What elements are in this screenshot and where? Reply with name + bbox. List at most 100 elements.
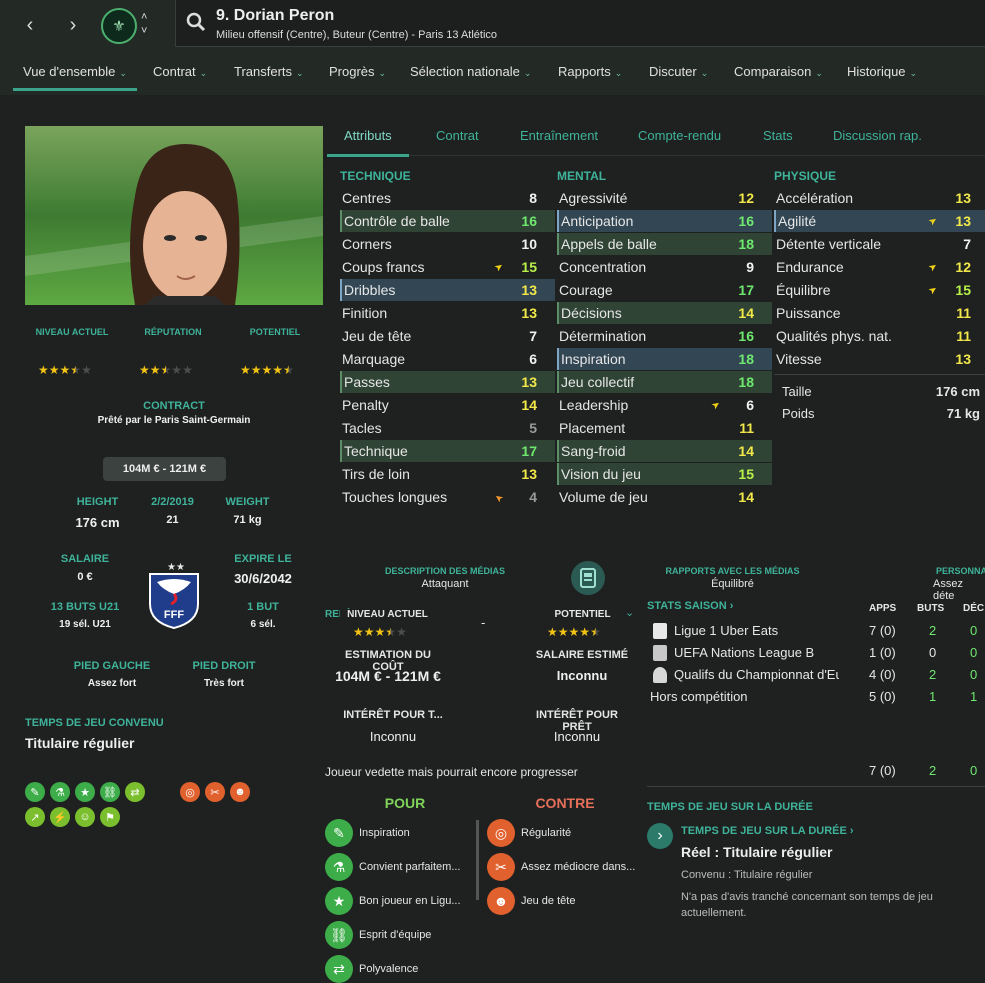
attribute-row[interactable]: Concentration 9 [557, 256, 772, 278]
club-logo[interactable]: ⚜ [101, 8, 137, 44]
player-photo [25, 126, 323, 305]
menu-contract[interactable]: Contrat ⌄ [153, 64, 207, 79]
attribute-row[interactable]: Agressivité 12 [557, 187, 772, 209]
trait-item[interactable]: ⚗ Convient parfaitem... [325, 852, 461, 882]
pros-scrollbar[interactable] [476, 820, 479, 900]
attribute-row[interactable]: Jeu de tête 7 [340, 325, 555, 347]
trait-item[interactable]: ★ Bon joueur en Ligu... [325, 886, 461, 916]
trend-up-icon: ➤ [926, 214, 940, 228]
trait-label: Bon joueur en Ligu... [359, 895, 461, 907]
table-row[interactable]: Qualifs du Championnat d'Eu... 4 (0) 2 0 [647, 664, 985, 686]
head-icon[interactable]: ☻ [230, 782, 250, 802]
flask-icon[interactable]: ⚗ [50, 782, 70, 802]
attribute-row[interactable]: Agilité ➤ 13 [774, 210, 985, 232]
chevron-left-icon[interactable]: ‹ [12, 8, 48, 42]
attribute-row[interactable]: Leadership ➤ 6 [557, 394, 772, 416]
attribute-row[interactable]: Corners 10 [340, 233, 555, 255]
trait-item[interactable]: ⛓ Esprit d'équipe [325, 920, 431, 950]
attribute-row[interactable]: Sang-froid 14 [557, 440, 772, 462]
table-row[interactable]: Hors compétition 5 (0) 1 1 [647, 686, 985, 708]
attribute-row[interactable]: Volume de jeu 14 [557, 486, 772, 508]
playing-time-link[interactable]: TEMPS DE JEU SUR LA DURÉE › [681, 825, 854, 837]
season-stats-link[interactable]: STATS SAISON › [647, 600, 733, 612]
tab-attributes[interactable]: Attributs [327, 128, 409, 157]
attribute-row[interactable]: Vitesse 13 [774, 348, 985, 370]
trait-item[interactable]: ◎ Régularité [487, 818, 571, 848]
trait-item[interactable]: ✂ Assez médiocre dans... [487, 852, 635, 882]
star-icon[interactable]: ★ [75, 782, 95, 802]
menu-discuss[interactable]: Discuter ⌄ [649, 64, 708, 79]
chevron-right-circle-icon[interactable]: › [647, 823, 673, 849]
menu-reports[interactable]: Rapports ⌄ [558, 64, 622, 79]
broken-pen-icon[interactable]: ✂ [205, 782, 225, 802]
attribute-row[interactable]: Vision du jeu 15 [557, 463, 772, 485]
menu-national[interactable]: Sélection nationale ⌄ [410, 64, 531, 79]
swap-icon[interactable]: ⇄ [125, 782, 145, 802]
attribute-row[interactable]: Appels de balle 18 [557, 233, 772, 255]
search-icon[interactable] [186, 12, 206, 32]
attribute-row[interactable]: Technique 17 [340, 440, 555, 462]
attribute-row[interactable]: Équilibre ➤ 15 [774, 279, 985, 301]
reputation-label: RÉPUTATION [144, 327, 202, 337]
attribute-row[interactable]: Courage 17 [557, 279, 772, 301]
table-row[interactable]: UEFA Nations League B1 (0) 0 0 [647, 642, 985, 664]
attribute-row[interactable]: Placement 11 [557, 417, 772, 439]
menu-compare[interactable]: Comparaison ⌄ [734, 64, 823, 79]
attribute-row[interactable]: Décisions 14 [557, 302, 772, 324]
attribute-row[interactable]: Coups francs ➤ 15 [340, 256, 555, 278]
tab-contract[interactable]: Contrat [436, 128, 479, 143]
brain-icon[interactable]: ☺ [75, 807, 95, 827]
link-icon[interactable]: ⛓ [100, 782, 120, 802]
attribute-row[interactable]: Touches longues ➤ 4 [340, 486, 555, 508]
attribute-row[interactable]: Tirs de loin 13 [340, 463, 555, 485]
attribute-row[interactable]: Anticipation 16 [557, 210, 772, 232]
target-icon[interactable]: ◎ [180, 782, 200, 802]
chevron-down-icon[interactable]: ⌄ [625, 606, 634, 619]
attribute-row[interactable]: Marquage 6 [340, 348, 555, 370]
flag-icon[interactable]: ⚑ [100, 807, 120, 827]
menu-history[interactable]: Historique ⌄ [847, 64, 917, 79]
attribute-row[interactable]: Centres 8 [340, 187, 555, 209]
attribute-row[interactable]: Détermination 16 [557, 325, 772, 347]
attribute-row[interactable]: Jeu collectif 18 [557, 371, 772, 393]
attribute-value: 13 [521, 466, 537, 482]
menu-overview[interactable]: Vue d'ensemble ⌄ [13, 64, 137, 91]
head-icon: ☻ [487, 887, 515, 915]
chevron-right-icon[interactable]: › [55, 8, 91, 42]
tab-training[interactable]: Entraînement [520, 128, 598, 143]
attribute-row[interactable]: Accélération 13 [774, 187, 985, 209]
attribute-row[interactable]: Contrôle de balle 16 [340, 210, 555, 232]
trait-item[interactable]: ☻ Jeu de tête [487, 886, 575, 916]
attribute-row[interactable]: Puissance 11 [774, 302, 985, 324]
attribute-row[interactable]: Tacles 5 [340, 417, 555, 439]
attribute-value: 7 [963, 236, 971, 252]
playing-time-title: TEMPS DE JEU SUR LA DURÉE [647, 801, 813, 813]
tab-report[interactable]: Compte-rendu [638, 128, 721, 143]
menu-transfers[interactable]: Transferts ⌄ [234, 64, 304, 79]
attribute-row[interactable]: Détente verticale 7 [774, 233, 985, 255]
contract-label: CONTRACT [143, 400, 205, 412]
menu-progress[interactable]: Progrès ⌄ [329, 64, 386, 79]
attribute-row[interactable]: Endurance ➤ 12 [774, 256, 985, 278]
pen-icon[interactable]: ✎ [25, 782, 45, 802]
attribute-name: Détermination [559, 328, 647, 344]
trait-item[interactable]: ⇄ Polyvalence [325, 954, 418, 983]
attribute-row[interactable]: Finition 13 [340, 302, 555, 324]
trait-item[interactable]: ✎ Inspiration [325, 818, 410, 848]
attribute-value: 12 [738, 190, 754, 206]
attribute-row[interactable]: Qualités phys. nat. 11 [774, 325, 985, 347]
attribute-value: 7 [529, 328, 537, 344]
attribute-row[interactable]: Passes 13 [340, 371, 555, 393]
attribute-row[interactable]: Dribbles 13 [340, 279, 555, 301]
trend-icon[interactable]: ↗ [25, 807, 45, 827]
media-description-label: DESCRIPTION DES MÉDIAS [384, 566, 505, 576]
attribute-row[interactable]: Inspiration 18 [557, 348, 772, 370]
bolt-icon[interactable]: ⚡ [50, 807, 70, 827]
tab-scout-discussion[interactable]: Discussion rap. [833, 128, 922, 143]
attribute-row[interactable]: Penalty 14 [340, 394, 555, 416]
attribute-name: Appels de balle [561, 236, 657, 252]
updown-arrows[interactable]: ˄ ˅ [141, 10, 147, 38]
table-row[interactable]: Ligue 1 Uber Eats 7 (0) 2 0 [647, 620, 985, 642]
attribute-name: Équilibre [776, 282, 831, 298]
tab-stats[interactable]: Stats [763, 128, 793, 143]
